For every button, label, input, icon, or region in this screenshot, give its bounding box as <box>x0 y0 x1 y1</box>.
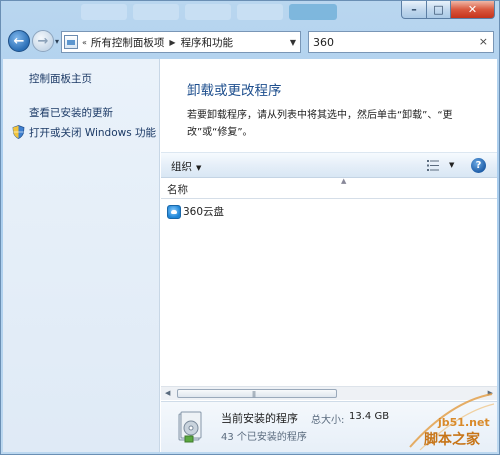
organize-menu-button[interactable]: 组织 ▼ <box>171 159 201 174</box>
control-panel-icon <box>64 35 78 49</box>
search-input[interactable] <box>309 35 469 49</box>
maximize-button[interactable]: □ <box>427 1 451 19</box>
forward-button[interactable]: → <box>32 30 54 52</box>
address-dropdown-icon[interactable]: ▼ <box>290 38 296 47</box>
scrollbar-thumb[interactable]: ||| <box>177 389 337 398</box>
sidebar-link-view-installed-updates[interactable]: 查看已安装的更新 <box>29 105 113 120</box>
breadcrumb-programs-and-features[interactable]: 程序和功能 <box>181 35 234 50</box>
breadcrumb-separator-icon[interactable]: ▶ <box>169 38 175 47</box>
scrollbar-grip-icon: ||| <box>252 391 256 398</box>
ghost-tab <box>133 4 179 20</box>
background-taskbar-ghost <box>81 4 337 20</box>
navigation-bar: ← → ▾ « 所有控制面板项 ▶ 程序和功能 ▼ ↻ × <box>1 27 500 57</box>
installed-programs-icon <box>178 411 202 443</box>
sort-indicator-icon: ▲ <box>341 177 347 185</box>
shield-icon <box>12 125 25 139</box>
total-size-value: 13.4 GB <box>349 411 390 422</box>
status-title: 当前安装的程序 <box>221 412 298 425</box>
page-description: 若要卸载程序，请从列表中将其选中，然后单击“卸载”、“更改”或“修复”。 <box>187 110 453 138</box>
breadcrumb-overflow[interactable]: « <box>82 38 87 47</box>
organize-label: 组织 <box>171 161 192 173</box>
total-size-label: 总大小: <box>311 415 345 426</box>
column-header-name[interactable]: 名称 <box>167 182 188 197</box>
ghost-tab-active <box>289 4 337 20</box>
list-column-header: 名称 ▲ <box>161 177 497 199</box>
search-box[interactable]: × <box>308 31 494 53</box>
sidebar-link-windows-features[interactable]: 打开或关闭 Windows 功能 <box>29 125 156 140</box>
ghost-tab <box>237 4 283 20</box>
list-item[interactable]: 360云盘 <box>167 204 224 219</box>
recent-pages-dropdown[interactable]: ▾ <box>55 37 59 46</box>
window-controls: – □ ✕ <box>401 1 495 19</box>
sidebar-link-control-panel-home[interactable]: 控制面板主页 <box>29 71 92 86</box>
cloud-disk-icon <box>167 204 181 219</box>
ghost-tab <box>81 4 127 20</box>
watermark-brand: 脚本之家 <box>424 432 480 448</box>
close-button[interactable]: ✕ <box>451 1 495 19</box>
watermark-site: jb51.net <box>438 416 490 429</box>
ghost-tab <box>185 4 231 20</box>
view-options-dropdown-icon[interactable]: ▼ <box>449 161 454 169</box>
address-bar[interactable]: « 所有控制面板项 ▶ 程序和功能 ▼ <box>61 31 301 53</box>
view-options-icon[interactable] <box>427 160 439 171</box>
clear-search-icon[interactable]: × <box>479 35 488 48</box>
title-bar: – □ ✕ <box>1 1 500 25</box>
back-button[interactable]: ← <box>8 30 30 52</box>
chevron-down-icon: ▼ <box>196 164 202 172</box>
breadcrumb-all-control-panel-items[interactable]: 所有控制面板项 <box>91 35 165 50</box>
program-name: 360云盘 <box>183 206 225 218</box>
help-icon[interactable]: ? <box>471 158 486 173</box>
page-title: 卸载或更改程序 <box>187 83 282 99</box>
installed-count: 43 个已安装的程序 <box>221 432 307 443</box>
programs-list: 360云盘 <box>161 200 497 385</box>
command-bar: 组织 ▼ ▼ ? <box>161 152 497 178</box>
scroll-left-icon[interactable]: ◀ <box>165 389 170 397</box>
minimize-button[interactable]: – <box>401 1 427 19</box>
explorer-window: – □ ✕ ← → ▾ « 所有控制面板项 ▶ 程序和功能 ▼ ↻ × 控制面板… <box>0 0 500 455</box>
task-pane: 控制面板主页 查看已安装的更新 打开或关闭 Windows 功能 <box>3 59 160 452</box>
